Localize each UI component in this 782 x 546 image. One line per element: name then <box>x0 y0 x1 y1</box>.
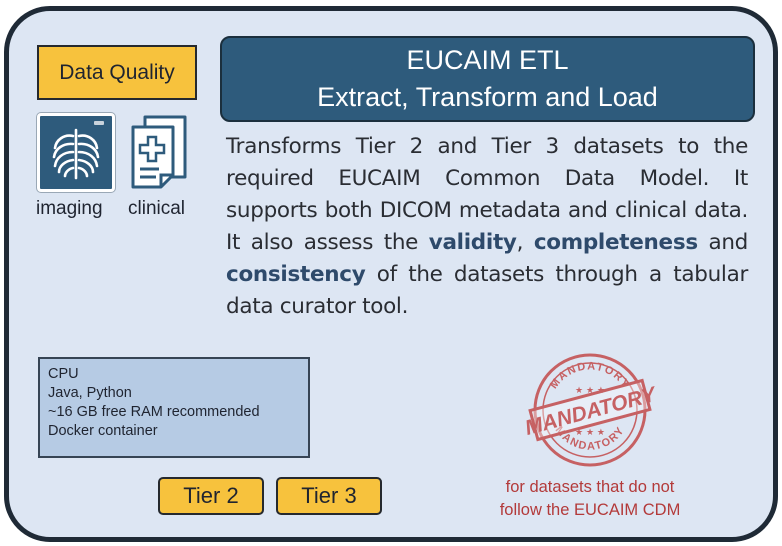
svg-text:★ ★ ★: ★ ★ ★ <box>575 386 605 396</box>
requirement-item: ~16 GB free RAM recommended <box>48 404 260 420</box>
description-sep: , <box>516 230 534 255</box>
keyword-completeness: completeness <box>533 230 698 255</box>
description: Transforms Tier 2 and Tier 3 datasets to… <box>226 131 748 323</box>
stamp-note-line-1: for datasets that do not <box>505 478 675 496</box>
data-quality-badge: Data Quality <box>37 45 197 100</box>
medical-document-icon <box>123 113 195 194</box>
requirement-item: Java, Python <box>48 385 132 401</box>
requirements-box: CPU Java, Python ~16 GB free RAM recomme… <box>38 357 310 458</box>
ribcage-xray-icon <box>37 113 115 192</box>
title-line-2: Extract, Transform and Load <box>317 82 658 112</box>
tier-3-badge: Tier 3 <box>276 477 382 515</box>
requirement-item: CPU <box>48 366 79 382</box>
mandatory-stamp: MANDATORY MANDATORY MANDATORY ★ ★ ★ ★ ★ … <box>523 353 660 467</box>
tier-2-badge: Tier 2 <box>158 477 264 515</box>
requirement-item: Docker container <box>48 423 158 439</box>
keyword-validity: validity <box>428 230 517 255</box>
stamp-note-line-2: follow the EUCAIM CDM <box>499 501 681 519</box>
keyword-consistency: consistency <box>226 262 366 287</box>
title-line-1: EUCAIM ETL <box>406 45 569 75</box>
stamp-note: for datasets that do not follow the EUCA… <box>470 476 710 522</box>
description-sep: and <box>697 230 748 255</box>
title-banner: EUCAIM ETL Extract, Transform and Load <box>220 36 755 122</box>
imaging-label: imaging <box>36 198 103 219</box>
svg-text:★ ★ ★: ★ ★ ★ <box>575 428 605 438</box>
clinical-label: clinical <box>128 198 186 219</box>
